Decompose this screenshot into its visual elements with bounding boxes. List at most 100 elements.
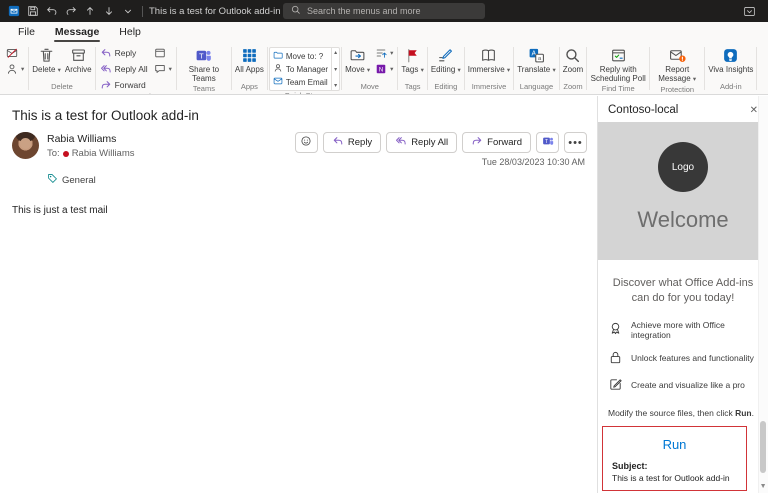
reply-icon [100, 47, 112, 59]
meeting-icon [154, 47, 166, 59]
junk-button[interactable]: ▾ [4, 62, 26, 76]
smiley-icon [300, 135, 312, 150]
ignore-button[interactable] [4, 46, 26, 60]
message-body: This is just a test mail [0, 187, 597, 234]
share-to-teams-action-button[interactable]: T [536, 132, 559, 153]
onenote-button[interactable]: N▾ [373, 62, 395, 76]
recipient-name[interactable]: Rabia Williams [72, 148, 135, 159]
scrollbar-thumb[interactable] [760, 421, 766, 473]
design-pencil-icon [608, 377, 623, 394]
tab-help[interactable]: Help [109, 23, 151, 43]
dropdown-chevron: ▾ [58, 67, 61, 74]
editing-button[interactable]: Editing ▾ [429, 46, 463, 75]
reply-action-button[interactable]: Reply [323, 132, 381, 153]
titlebar-right-controls [743, 5, 768, 18]
run-highlight-box: Run Subject: This is a test for Outlook … [602, 426, 747, 491]
archive-label: Archive [65, 65, 92, 74]
translate-button[interactable]: Aa Translate ▾ [515, 46, 558, 75]
list-item: Achieve more with Office integration [608, 320, 762, 340]
forward-action-button[interactable]: Forward [462, 132, 531, 153]
previous-item-button[interactable] [84, 5, 96, 17]
to-label: To: [47, 148, 60, 159]
group-label-spacer [2, 82, 28, 94]
share-to-teams-button[interactable]: T Share to Teams [178, 46, 230, 84]
outlook-app-icon [8, 5, 20, 17]
sender-avatar[interactable] [12, 132, 39, 159]
group-label-zoom: Zoom [560, 82, 586, 94]
sender-name[interactable]: Rabia Williams [47, 132, 135, 145]
teams-icon: T [542, 135, 554, 150]
lock-icon [608, 350, 623, 367]
reactions-button[interactable] [295, 132, 318, 153]
immersive-button[interactable]: Immersive ▾ [466, 46, 512, 75]
more-actions-button[interactable]: ••• [564, 132, 587, 153]
archive-icon [70, 47, 87, 64]
tab-file[interactable]: File [8, 23, 45, 43]
reply-button[interactable]: Reply [98, 46, 150, 60]
group-label-editing: Editing [428, 82, 464, 94]
ribbon-layout-toggle-button[interactable] [743, 5, 756, 18]
reply-label: Reply [115, 48, 137, 58]
scroll-up-icon[interactable]: ▴ [334, 49, 337, 56]
scroll-down-icon[interactable]: ▾ [334, 66, 337, 73]
reading-pane: This is a test for Outlook add-in Rabia … [0, 96, 597, 493]
quick-step-move-to[interactable]: Move to: ? [273, 50, 328, 62]
chat-icon [154, 63, 166, 75]
dropdown-chevron: ▾ [458, 67, 461, 74]
rules-button[interactable]: ▾ [373, 46, 395, 60]
close-taskpane-button[interactable]: ✕ [750, 105, 758, 116]
search-box[interactable]: Search the menus and more [283, 3, 485, 19]
redo-button[interactable] [65, 5, 77, 17]
scheduling-poll-icon [610, 47, 627, 64]
group-label-move: Move [342, 82, 397, 94]
all-apps-button[interactable]: All Apps [233, 46, 266, 75]
teams-icon: T [195, 47, 212, 64]
addin-logo: Logo [658, 142, 708, 192]
quick-step-to-manager[interactable]: To Manager [273, 63, 328, 75]
archive-button[interactable]: Archive [63, 46, 94, 75]
taskpane-scrollbar[interactable]: ▼ [758, 96, 768, 493]
sensitivity-label[interactable]: General [0, 167, 597, 187]
zoom-button[interactable]: Zoom [561, 46, 585, 75]
taskpane-banner: Logo Welcome [598, 122, 768, 260]
delete-button[interactable]: Delete ▾ [30, 46, 63, 75]
customize-qat-chevron-icon[interactable] [122, 5, 134, 17]
save-button[interactable] [27, 5, 39, 17]
tab-message[interactable]: Message [45, 23, 109, 43]
onenote-icon: N [375, 63, 387, 75]
run-button[interactable]: Run [608, 432, 741, 461]
all-apps-label: All Apps [235, 65, 264, 74]
more-respond-button[interactable]: ▾ [152, 62, 174, 76]
person-icon [273, 63, 283, 75]
ribbon-group-delete: Delete ▾ Archive Delete [29, 43, 94, 94]
scheduling-poll-button[interactable]: Reply with Scheduling Poll [588, 46, 648, 84]
viva-insights-button[interactable]: Viva Insights [706, 46, 755, 75]
quick-step-team-email[interactable]: Team Email [273, 76, 328, 88]
forward-icon [100, 79, 112, 91]
move-folder-icon [349, 47, 366, 64]
move-button[interactable]: Move ▾ [343, 46, 372, 75]
ribbon-group-addin: Viva Insights Add-in [705, 43, 756, 94]
report-message-button[interactable]: Report Message ▾ [651, 46, 703, 85]
delete-label: Delete [32, 65, 55, 74]
reply-all-button[interactable]: Reply All [98, 62, 150, 76]
apps-grid-icon [241, 47, 258, 64]
ribbon-group-apps: All Apps Apps [232, 43, 267, 94]
meeting-button[interactable] [152, 46, 174, 60]
envelope-icon [273, 76, 283, 88]
scroll-down-icon[interactable]: ▼ [760, 483, 767, 490]
dropdown-chevron: ▾ [693, 76, 696, 83]
ribbon-tabs: File Message Help [0, 22, 768, 43]
ribbon-group-tags: Tags ▾ Tags [398, 43, 426, 94]
next-item-button[interactable] [103, 5, 115, 17]
dropdown-chevron: ▾ [169, 65, 172, 73]
forward-button[interactable]: Forward [98, 78, 150, 92]
gallery-more-icon[interactable]: ▾ [334, 82, 337, 89]
reply-all-label: Reply All [115, 64, 148, 74]
undo-button[interactable] [46, 5, 58, 17]
ellipsis-icon: ••• [568, 137, 583, 149]
contoso-addin-button[interactable]: Contoso Add-in ▾ [758, 46, 768, 85]
reply-all-action-button[interactable]: Reply All [386, 132, 457, 153]
ignore-icon [6, 47, 18, 59]
tags-button[interactable]: Tags ▾ [399, 46, 425, 75]
